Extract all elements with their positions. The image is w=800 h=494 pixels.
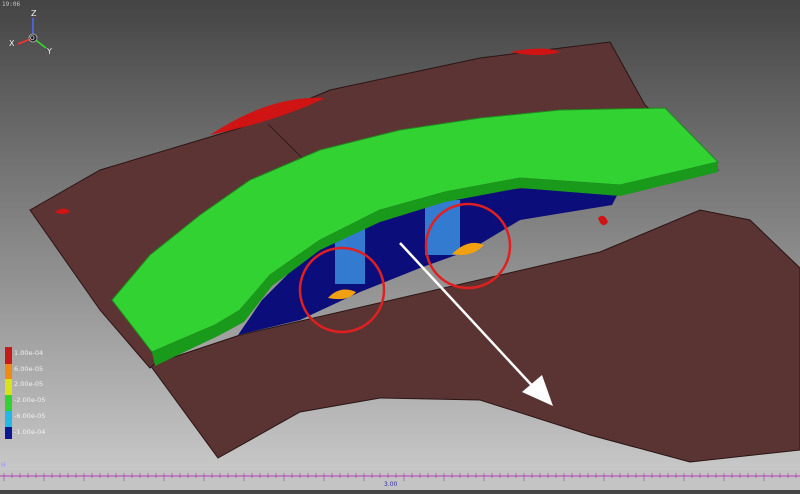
timeline-ruler[interactable] (0, 470, 800, 490)
legend-swatch-5 (5, 427, 12, 439)
origin-label: O (30, 35, 35, 42)
red-patch-4 (598, 215, 608, 226)
z-axis-label: Z (31, 9, 37, 18)
legend-swatch-3 (5, 395, 12, 411)
3d-viewport[interactable] (0, 0, 800, 490)
legend-swatch-4 (5, 411, 12, 427)
legend-label-3: -2.00e-05 (14, 396, 46, 404)
animation-timeline[interactable]: 3.00 (0, 470, 800, 490)
contour-legend: 1.00e-04 6.00e-05 2.00e-05 -2.00e-05 -6.… (2, 343, 72, 441)
legend-swatch-1 (5, 364, 12, 379)
model-view (29, 41, 800, 463)
corner-marker: H (1, 462, 6, 469)
axis-triad[interactable]: Z X Y O (0, 0, 70, 62)
legend-label-2: 2.00e-05 (14, 380, 44, 388)
legend-swatch-2 (5, 379, 12, 395)
legend-label-1: 6.00e-05 (14, 365, 44, 373)
legend-swatch-0 (5, 347, 12, 364)
x-axis-label: X (9, 39, 15, 48)
legend-label-0: 1.00e-04 (14, 349, 44, 357)
legend-label-5: -1.00e-04 (14, 428, 46, 436)
timeline-label: 3.00 (384, 481, 398, 488)
y-axis-label: Y (46, 47, 52, 56)
legend-label-4: -6.00e-05 (14, 412, 46, 420)
timeline-ticks (3, 473, 797, 481)
